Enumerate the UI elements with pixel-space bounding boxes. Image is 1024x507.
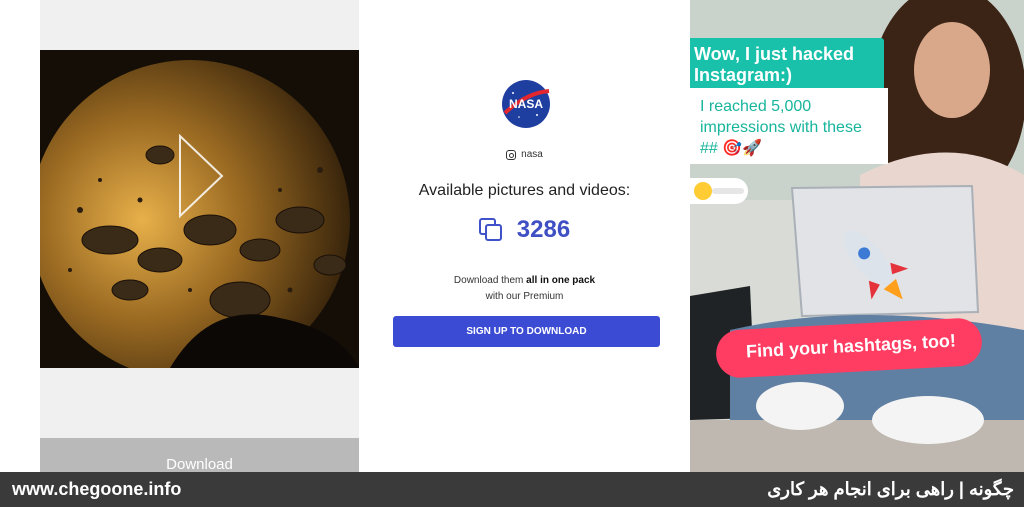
download-description: Download them all in one pack xyxy=(453,275,596,286)
download-label: Download xyxy=(166,456,233,473)
ad-headline: Wow, I just hacked Instagram:) xyxy=(694,44,855,85)
signup-to-download-button[interactable]: SIGN UP TO DOWNLOAD xyxy=(393,316,660,347)
nasa-logo: NASA xyxy=(502,80,550,128)
video-thumbnail[interactable] xyxy=(40,50,359,368)
media-preview-card: Download xyxy=(40,0,359,473)
handle-text: nasa xyxy=(521,149,543,160)
gallery-copy-icon xyxy=(478,218,503,242)
svg-text:NASA: NASA xyxy=(509,97,543,111)
ad-subtext: I reached 5,000 impressions with these #… xyxy=(700,98,862,157)
watermark-url: www.chegoone.info xyxy=(12,479,182,499)
media-count: 3286 xyxy=(359,216,690,244)
profile-panel: NASA nasa Available pictures and videos:… xyxy=(359,0,690,472)
watermark-tagline: چگونه | راهی برای انجام هر کاری xyxy=(767,479,1014,499)
emoji-slider-track xyxy=(712,188,744,194)
instagram-icon xyxy=(506,149,517,160)
available-title: Available pictures and videos: xyxy=(418,182,631,199)
premium-description: with our Premium xyxy=(485,291,564,302)
profile-handle[interactable]: nasa xyxy=(359,149,690,160)
watermark-bar: www.chegoone.info چگونه | راهی برای انجا… xyxy=(0,472,1024,507)
hashtag-ad-banner[interactable]: Wow, I just hacked Instagram:) I reached… xyxy=(690,0,1024,472)
heart-eyes-emoji-icon xyxy=(694,182,712,200)
play-icon[interactable] xyxy=(178,134,226,218)
media-count-value: 3286 xyxy=(516,216,571,243)
download-button[interactable]: Download xyxy=(40,438,359,473)
page: Download NASA nasa Available pictures an… xyxy=(0,0,1024,507)
